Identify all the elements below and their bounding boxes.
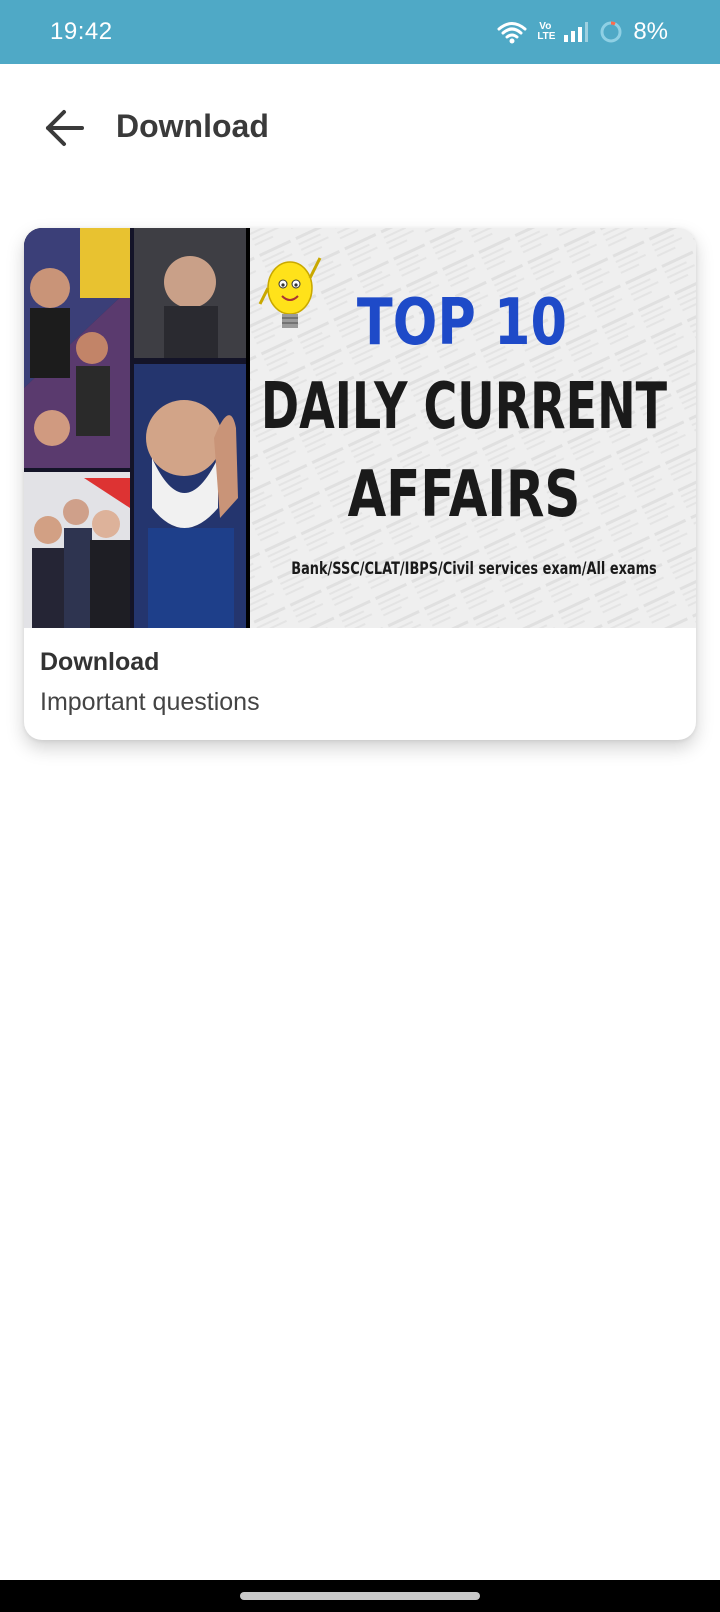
thumbnail-tagline: Bank/SSC/CLAT/IBPS/Civil services exam/A… xyxy=(291,558,657,578)
battery-percentage: 8% xyxy=(633,18,668,45)
battery-icon xyxy=(599,20,623,44)
app-bar: Download xyxy=(0,64,720,192)
card-thumbnail: TOP 10 DAILY CURRENT AFFAIRS Bank/SSC/CL… xyxy=(24,228,696,628)
system-navigation-bar xyxy=(0,1580,720,1612)
status-time: 19:42 xyxy=(50,18,113,45)
card-subtitle: Important questions xyxy=(40,688,260,716)
wifi-icon xyxy=(497,20,527,44)
back-button[interactable] xyxy=(36,102,92,158)
card-title: Download xyxy=(40,648,160,676)
thumbnail-headline-top: TOP 10 xyxy=(357,285,567,359)
gesture-handle[interactable] xyxy=(240,1592,480,1600)
status-bar: 19:42 Vo LTE 8% xyxy=(0,0,720,64)
download-card[interactable]: TOP 10 DAILY CURRENT AFFAIRS Bank/SSC/CL… xyxy=(24,228,696,740)
thumbnail-headline-line2: AFFAIRS xyxy=(348,457,581,532)
status-icons: Vo LTE 8% xyxy=(497,16,668,48)
volte-icon: Vo LTE xyxy=(537,21,556,42)
arrow-back-icon xyxy=(42,108,86,153)
signal-icon xyxy=(563,21,589,43)
thumbnail-headline-line1: DAILY CURRENT xyxy=(261,369,667,444)
page-title: Download xyxy=(116,108,269,144)
